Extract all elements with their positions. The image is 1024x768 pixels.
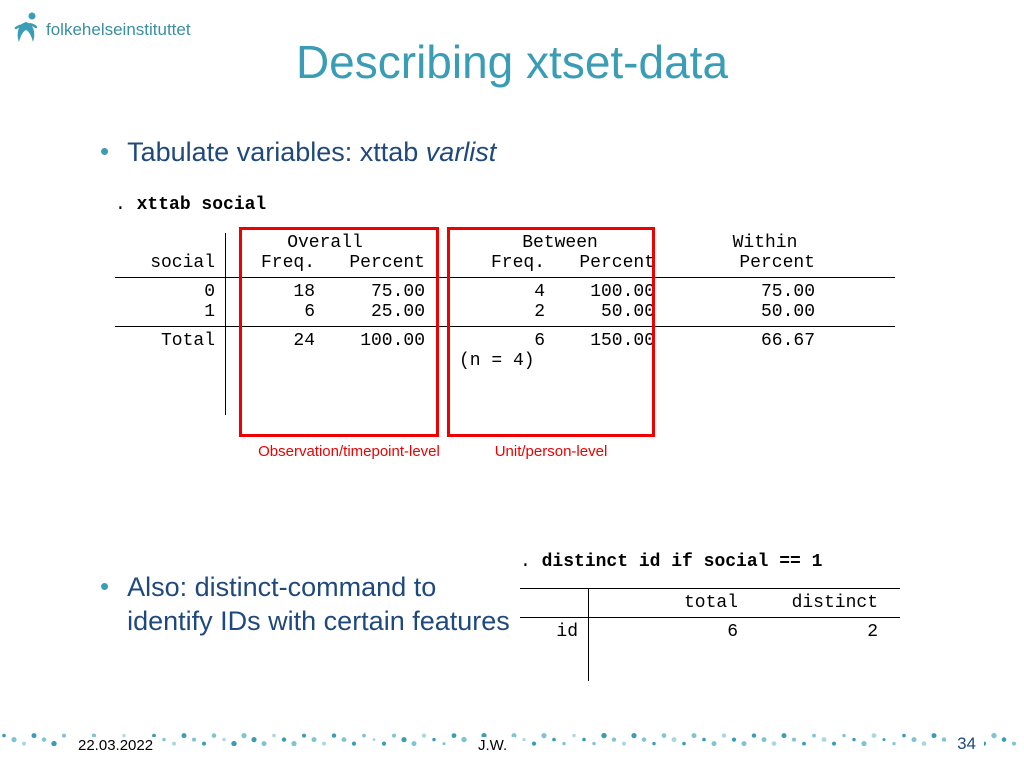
row-label: 0 [115,282,225,302]
cell: 50.00 [715,302,815,322]
footer: 22.03.2022 J.W. 34 [0,730,1024,758]
bullet-dot-icon: • [100,570,109,602]
caption-overall: Observation/timepoint-level [239,443,459,460]
table-row: id 6 2 [520,622,900,642]
xttab-output: . xttab social Overall Between Within so… [115,195,895,371]
row-label: 1 [115,302,225,322]
total-label: Total [115,331,225,351]
bullet-1: • Tabulate variables: xttab varlist [100,135,496,169]
bullet-1-var: varlist [426,137,497,167]
highlight-overall-box [239,227,439,437]
distinct-table: total distinct id 6 2 [520,588,900,642]
cmd-text: distinct id if social == 1 [542,552,823,572]
distinct-command: . distinct id if social == 1 [520,552,900,572]
distinct-output: . distinct id if social == 1 total disti… [520,552,900,642]
slide-title: Describing xtset-data [0,35,1024,89]
bullet-2: • Also: distinct-command to identify IDs… [100,570,520,638]
caption-between: Unit/person-level [447,443,655,460]
xttab-table: Overall Between Within social Freq. Perc… [115,233,895,371]
cell: 75.00 [715,282,815,302]
table-vline [588,588,589,681]
row-label: id [520,622,588,642]
xttab-command: . xttab social [115,195,895,215]
cell: 66.67 [715,331,815,351]
col-within: Within [715,233,815,253]
bullet-2-text: Also: distinct-command to identify IDs w… [127,570,520,638]
cmd-prompt: . [520,552,542,572]
cell: 2 [738,622,878,642]
footer-author: J.W. [470,737,515,754]
rowvar-label: social [115,253,225,273]
cell: 6 [588,622,738,642]
bullet-dot-icon: • [100,135,109,167]
cmd-text: xttab social [137,195,267,215]
footer-page: 34 [949,734,984,754]
slide: folkehelseinstituttet Describing xtset-d… [0,0,1024,768]
bullet-1-prefix: Tabulate variables: xttab [127,137,426,167]
table-hline [520,617,900,618]
cmd-prompt: . [115,195,137,215]
bullet-1-text: Tabulate variables: xttab varlist [127,135,496,169]
table-header: total distinct [520,593,900,613]
table-vline [225,233,226,415]
table-hline [520,588,900,589]
highlight-between-box [447,227,655,437]
footer-date: 22.03.2022 [70,737,161,754]
col-total: total [588,593,738,613]
col-distinct: distinct [738,593,878,613]
col-wpct: Percent [715,253,815,273]
